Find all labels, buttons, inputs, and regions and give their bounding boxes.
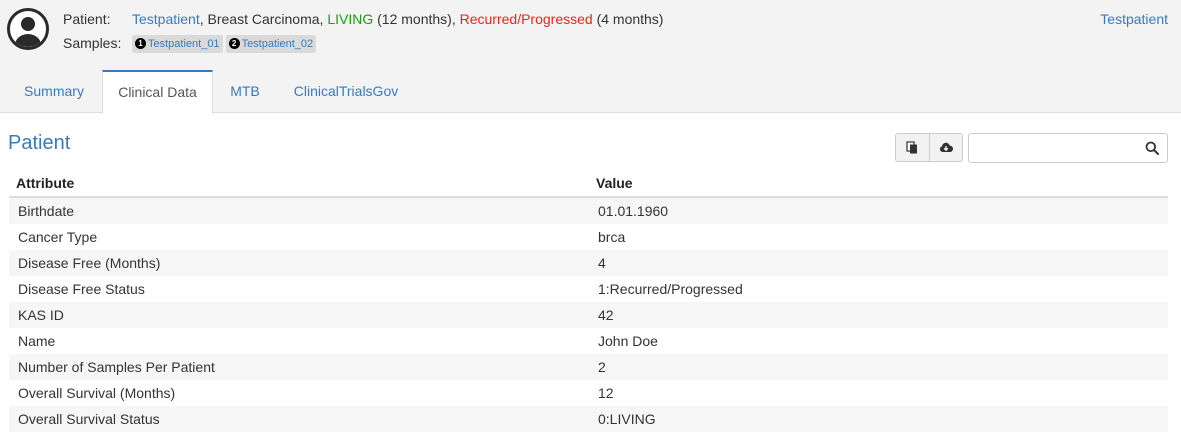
sample-id: Testpatient_02 <box>241 38 314 51</box>
sample-chip[interactable]: 2 Testpatient_02 <box>225 35 317 54</box>
tab-mtb[interactable]: MTB <box>216 70 274 113</box>
value-cell: 12 <box>598 385 614 401</box>
tab-bar: Summary Clinical Data MTB ClinicalTrials… <box>0 70 1181 114</box>
value-cell: 1:Recurred/Progressed <box>598 281 743 297</box>
search-icon[interactable] <box>1145 141 1159 155</box>
value-cell: 42 <box>589 302 1168 328</box>
attribute-cell: Overall Survival (Months) <box>18 385 176 401</box>
table-row: KAS ID 42 <box>9 302 1168 328</box>
copy-icon <box>906 141 918 154</box>
clinical-data-table: Attribute Value Birthdate 01.01.1960 Canc… <box>9 170 1168 432</box>
copy-button[interactable] <box>896 134 929 161</box>
cloud-download-icon <box>939 142 953 152</box>
value-cell: brca <box>598 229 626 245</box>
attribute-cell: Name <box>18 333 56 349</box>
attribute-cell: Disease Free (Months) <box>9 250 589 276</box>
progression-months: (4 months) <box>596 11 664 27</box>
table-row: Birthdate 01.01.1960 <box>9 197 1168 224</box>
column-header-attribute[interactable]: Attribute <box>9 170 589 198</box>
value-cell: 01.01.1960 <box>589 197 1168 224</box>
sample-number-badge: 2 <box>228 37 240 49</box>
sample-number-badge: 1 <box>135 37 146 49</box>
patient-name-link[interactable]: Testpatient <box>132 11 200 27</box>
download-button[interactable] <box>928 134 962 161</box>
samples-label: Samples: <box>63 35 122 51</box>
patient-header: Patient: Testpatient, Breast Carcinoma, L… <box>0 0 1181 114</box>
tab-summary[interactable]: Summary <box>10 70 98 113</box>
cancer-type-text: Breast Carcinoma <box>207 11 320 27</box>
table-row: Disease Free (Months) 4 <box>9 250 1168 276</box>
table-row: Cancer Type brca <box>9 224 1168 250</box>
survival-status: LIVING <box>327 11 374 27</box>
attribute-cell: Number of Samples Per Patient <box>9 354 589 380</box>
value-cell: John Doe <box>598 333 658 349</box>
table-row: Overall Survival Status 0:LIVING <box>9 406 1168 432</box>
column-header-value[interactable]: Value <box>589 170 1168 198</box>
value-cell: 0:LIVING <box>589 406 1168 432</box>
tab-clinical-trials-gov[interactable]: ClinicalTrialsGov <box>281 70 411 113</box>
table-row: Name John Doe <box>9 328 1168 354</box>
table-header-row: Attribute Value <box>9 170 1168 198</box>
attribute-cell: Birthdate <box>9 197 589 224</box>
sample-id: Testpatient_01 <box>148 38 220 51</box>
patient-summary-line: Patient: Testpatient, Breast Carcinoma, L… <box>63 11 664 27</box>
value-cell: 2 <box>589 354 1168 380</box>
search-field[interactable] <box>968 133 1168 163</box>
tab-clinical-data[interactable]: Clinical Data <box>102 70 213 114</box>
progression-status: Recurred/Progressed <box>459 11 593 27</box>
patient-label: Patient: <box>63 11 111 27</box>
table-row: Number of Samples Per Patient 2 <box>9 354 1168 380</box>
table-row: Overall Survival (Months) 12 <box>9 380 1168 406</box>
section-title: Patient <box>8 132 71 154</box>
samples-line: Samples: 1 Testpatient_01 2 Testpatient_02 <box>63 35 319 54</box>
survival-months: (12 months) <box>377 11 452 27</box>
attribute-cell: KAS ID <box>9 302 589 328</box>
patient-link-top-right[interactable]: Testpatient <box>1100 11 1168 27</box>
value-cell: 4 <box>589 250 1168 276</box>
attribute-cell: Overall Survival Status <box>9 406 589 432</box>
table-row: Disease Free Status 1:Recurred/Progressed <box>9 276 1168 302</box>
sample-chip[interactable]: 1 Testpatient_01 <box>132 35 223 54</box>
attribute-cell: Cancer Type <box>18 229 98 245</box>
export-button-group <box>895 133 963 162</box>
user-avatar-icon <box>7 8 49 50</box>
attribute-cell: Disease Free Status <box>18 281 145 297</box>
search-input[interactable] <box>975 135 1149 163</box>
